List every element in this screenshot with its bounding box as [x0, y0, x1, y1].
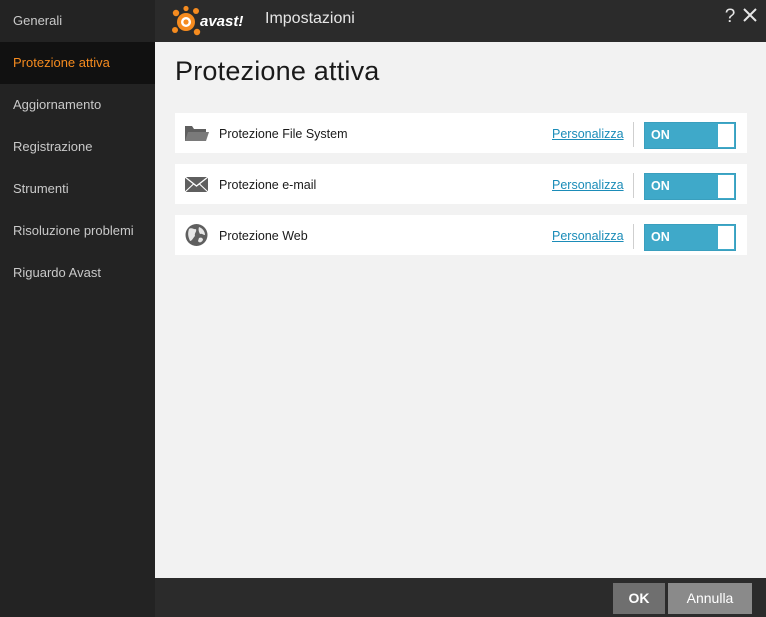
shield-row-file-system: Protezione File System Personalizza ON — [175, 113, 747, 153]
sidebar-item-strumenti[interactable]: Strumenti — [0, 168, 155, 210]
main-content: Protezione attiva Protezione File System… — [155, 42, 766, 578]
avast-logo: avast! — [172, 5, 243, 36]
divider — [633, 224, 634, 249]
toggle-state-label: ON — [651, 179, 670, 193]
email-toggle[interactable]: ON — [644, 173, 736, 200]
shield-label: Protezione File System — [219, 127, 348, 141]
shield-label: Protezione e-mail — [219, 178, 317, 192]
sidebar-item-riguardo-avast[interactable]: Riguardo Avast — [0, 252, 155, 294]
close-icon[interactable] — [742, 7, 758, 23]
shield-row-email: Protezione e-mail Personalizza ON — [175, 164, 747, 204]
customize-link[interactable]: Personalizza — [552, 164, 624, 207]
customize-link[interactable]: Personalizza — [552, 113, 624, 156]
divider — [633, 122, 634, 147]
window-title: Impostazioni — [265, 10, 355, 27]
title-bar: avast! Impostazioni ? — [155, 0, 766, 42]
sidebar-item-registrazione[interactable]: Registrazione — [0, 126, 155, 168]
toggle-knob — [718, 226, 734, 249]
sidebar-item-risoluzione-problemi[interactable]: Risoluzione problemi — [0, 210, 155, 252]
shield-row-web: Protezione Web Personalizza ON — [175, 215, 747, 255]
page-title: Protezione attiva — [175, 56, 380, 86]
cancel-button[interactable]: Annulla — [668, 583, 752, 614]
shield-label: Protezione Web — [219, 229, 308, 243]
footer-bar: OK Annulla — [155, 578, 766, 617]
divider — [633, 173, 634, 198]
sidebar-item-aggiornamento[interactable]: Aggiornamento — [0, 84, 155, 126]
globe-icon — [185, 224, 208, 246]
customize-link[interactable]: Personalizza — [552, 215, 624, 258]
help-button[interactable]: ? — [722, 4, 738, 30]
sidebar: Generali Protezione attiva Aggiornamento… — [0, 0, 155, 617]
toggle-knob — [718, 124, 734, 147]
envelope-icon — [184, 176, 209, 193]
ok-button[interactable]: OK — [613, 583, 665, 614]
web-toggle[interactable]: ON — [644, 224, 736, 251]
file-system-toggle[interactable]: ON — [644, 122, 736, 149]
logo-wordmark: avast! — [200, 13, 243, 30]
toggle-knob — [718, 175, 734, 198]
sidebar-item-protezione-attiva[interactable]: Protezione attiva — [0, 42, 155, 84]
folder-icon — [185, 126, 209, 141]
toggle-state-label: ON — [651, 128, 670, 142]
toggle-state-label: ON — [651, 230, 670, 244]
sidebar-item-generali[interactable]: Generali — [0, 0, 155, 42]
